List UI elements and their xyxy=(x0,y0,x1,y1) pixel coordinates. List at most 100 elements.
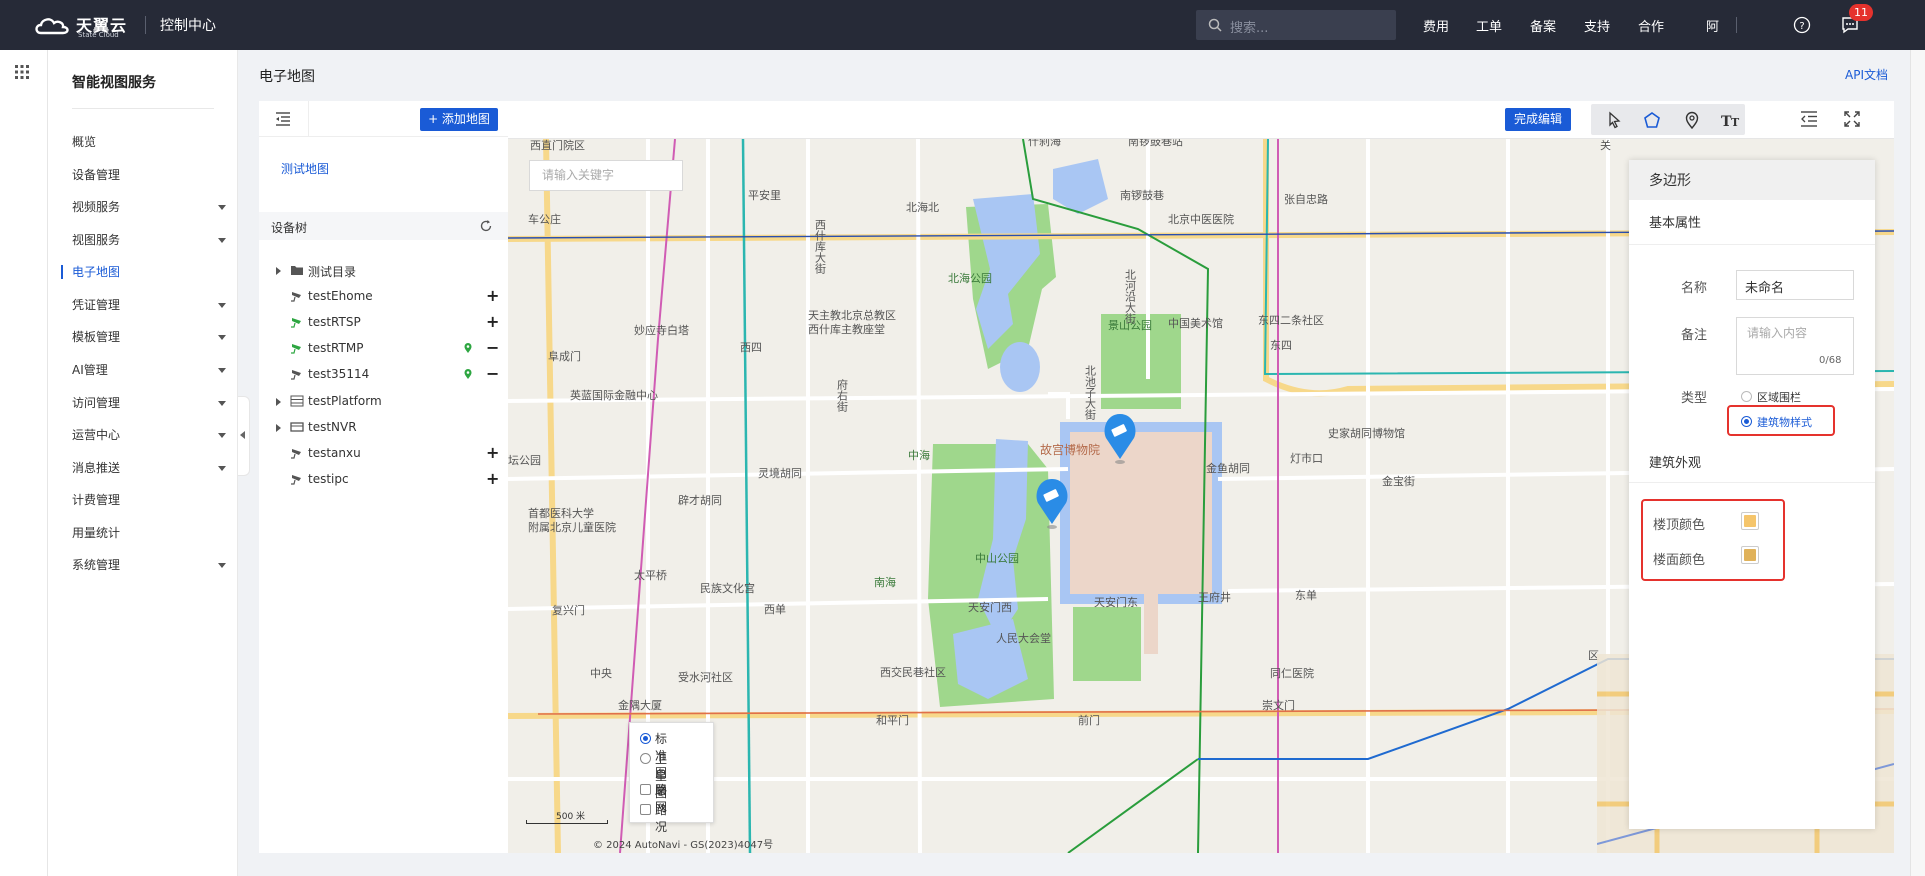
tree-node-label: testPlatform xyxy=(308,394,382,408)
type-fence-radio[interactable]: 区域围栏 xyxy=(1741,389,1861,405)
tree-node-label: test35114 xyxy=(308,367,370,381)
map-label: 坛公园 xyxy=(508,454,541,467)
note-textarea[interactable]: 请输入内容 xyxy=(1736,317,1854,375)
map-label: 金鱼胡同 xyxy=(1206,461,1250,475)
highlight-frame xyxy=(1641,499,1785,581)
add-to-map-button[interactable]: + xyxy=(486,444,499,462)
pointer-icon[interactable] xyxy=(1605,111,1623,129)
panel-indent-icon[interactable] xyxy=(1800,111,1818,127)
type-building-radio[interactable]: 建筑物样式 xyxy=(1741,414,1861,430)
nav-partner[interactable]: 合作 xyxy=(1638,16,1664,35)
chevron-down-icon xyxy=(218,401,226,406)
roof-color-label: 楼顶颜色 xyxy=(1653,518,1706,533)
tree-node[interactable]: testPlatform xyxy=(259,389,508,415)
page-scrollbar[interactable] xyxy=(1910,50,1925,876)
map-label: 民族文化宫 xyxy=(700,581,755,595)
sidebar-item-1[interactable]: 设备管理 xyxy=(72,166,232,188)
floor-color-picker[interactable] xyxy=(1741,546,1759,564)
sidebar-item-7[interactable]: AI管理 xyxy=(72,361,232,383)
map-label: 和平门 xyxy=(876,713,909,727)
add-to-map-button[interactable]: + xyxy=(486,287,499,305)
polygon-properties-panel: 多边形 基本属性 名称 未命名 备注 请输入内容 0/68 类型 区域围栏 建筑… xyxy=(1629,160,1875,829)
sidebar-item-2[interactable]: 视频服务 xyxy=(72,198,232,220)
nav-support[interactable]: 支持 xyxy=(1584,16,1610,35)
device-tree-header: 设备树 xyxy=(259,212,508,240)
location-pin-icon xyxy=(464,343,472,353)
sidebar-item-4[interactable]: 电子地图 xyxy=(61,263,232,285)
sidebar-item-8[interactable]: 访问管理 xyxy=(72,394,232,416)
map-label: 北池子大街 xyxy=(1084,365,1097,421)
sidebar-item-0[interactable]: 概览 xyxy=(72,133,232,155)
marker-icon[interactable] xyxy=(1683,111,1701,129)
sidebar-item-label: 用量统计 xyxy=(72,526,121,540)
tree-node[interactable]: testRTSP + xyxy=(259,310,508,336)
refresh-icon[interactable] xyxy=(479,219,493,233)
console-link[interactable]: 控制中心 xyxy=(160,15,216,35)
expand-icon[interactable] xyxy=(276,267,281,275)
help-icon[interactable]: ? xyxy=(1793,16,1811,34)
fullscreen-icon[interactable] xyxy=(1844,111,1860,127)
service-title: 智能视图服务 xyxy=(72,75,156,91)
remove-from-map-button[interactable]: − xyxy=(486,339,499,357)
page-title: 电子地图 xyxy=(259,69,315,85)
map-label: 北河沿大街 xyxy=(1124,269,1137,325)
sidebar-item-11[interactable]: 计费管理 xyxy=(72,491,232,513)
finish-edit-button[interactable]: 完成编辑 xyxy=(1505,108,1571,131)
tree-node[interactable]: testEhome + xyxy=(259,284,508,310)
nav-tickets[interactable]: 工单 xyxy=(1476,16,1502,35)
name-input[interactable]: 未命名 xyxy=(1736,270,1854,300)
keyword-search-input[interactable]: 请输入关键字 xyxy=(529,160,683,191)
sidebar-item-3[interactable]: 视图服务 xyxy=(72,231,232,253)
sidebar-item-6[interactable]: 模板管理 xyxy=(72,328,232,350)
roof-color-picker[interactable] xyxy=(1741,512,1759,530)
expand-icon[interactable] xyxy=(276,398,281,406)
map-label: 辟才胡同 xyxy=(678,493,722,507)
nav-filing[interactable]: 备案 xyxy=(1530,16,1556,35)
camera-icon xyxy=(291,292,301,302)
tree-node[interactable]: testanxu + xyxy=(259,441,508,467)
remove-from-map-button[interactable]: − xyxy=(486,365,499,383)
expand-icon[interactable] xyxy=(276,424,281,432)
tree-node-label: testanxu xyxy=(308,446,361,460)
map-label: 王府井 xyxy=(1198,590,1231,604)
map-list-item[interactable]: 测试地图 xyxy=(281,160,329,177)
text-tool-icon[interactable]: TT xyxy=(1721,111,1741,129)
add-map-button[interactable]: + 添加地图 xyxy=(420,108,498,131)
tree-node[interactable]: test35114 − xyxy=(259,362,508,388)
search-box[interactable]: 搜索... xyxy=(1196,10,1396,40)
park-area xyxy=(1073,607,1141,681)
user-name[interactable]: 阿 xyxy=(1706,16,1719,35)
tree-node[interactable]: testNVR xyxy=(259,415,508,441)
add-to-map-button[interactable]: + xyxy=(486,313,499,331)
map-label: 西什库主教座堂 xyxy=(808,322,885,336)
sidebar-item-12[interactable]: 用量统计 xyxy=(72,524,232,546)
sidebar-item-10[interactable]: 消息推送 xyxy=(72,459,232,481)
map-label: 灵境胡同 xyxy=(758,466,802,480)
map-label: 英蓝国际金融中心 xyxy=(570,388,658,402)
polygon-icon[interactable] xyxy=(1643,111,1661,129)
side-menu: 智能视图服务 概览设备管理视频服务视图服务电子地图凭证管理模板管理 AI管理访问管… xyxy=(48,50,238,876)
search-input[interactable]: 搜索... xyxy=(1230,17,1268,36)
tree-node[interactable]: testRTMP − xyxy=(259,336,508,362)
tianyi-logo-icon[interactable] xyxy=(33,13,73,37)
svg-text:T: T xyxy=(1731,116,1740,129)
api-doc-link[interactable]: API文档 xyxy=(1845,66,1888,83)
tree-node-label: testRTSP xyxy=(308,315,361,329)
sidebar-item-13[interactable]: 系统管理 xyxy=(72,556,232,578)
apps-grid-icon[interactable] xyxy=(14,64,30,80)
sidebar-item-5[interactable]: 凭证管理 xyxy=(72,296,232,318)
tree-node[interactable]: testipc + xyxy=(259,467,508,493)
nav-fees[interactable]: 费用 xyxy=(1423,16,1449,35)
map-view[interactable]: 完成编辑 TT 西直门院区 平安里 北海北 南锣鼓巷 张自忠路 北京中医医院 车… xyxy=(508,101,1894,853)
map-label: 复兴门 xyxy=(552,603,585,617)
sidebar-collapse-toggle[interactable] xyxy=(238,396,250,476)
basic-section-title: 基本属性 xyxy=(1649,216,1702,231)
appearance-section-title: 建筑外观 xyxy=(1649,456,1702,471)
sidebar-item-9[interactable]: 运营中心 xyxy=(72,426,232,448)
map-copyright: © 2024 AutoNavi - GS(2023)4047号 xyxy=(593,840,774,851)
tree-node[interactable]: 测试目录 xyxy=(259,258,508,284)
divider xyxy=(72,108,214,109)
list-collapse-icon[interactable] xyxy=(275,112,291,126)
tree-node-label: testRTMP xyxy=(308,341,364,355)
add-to-map-button[interactable]: + xyxy=(486,470,499,488)
